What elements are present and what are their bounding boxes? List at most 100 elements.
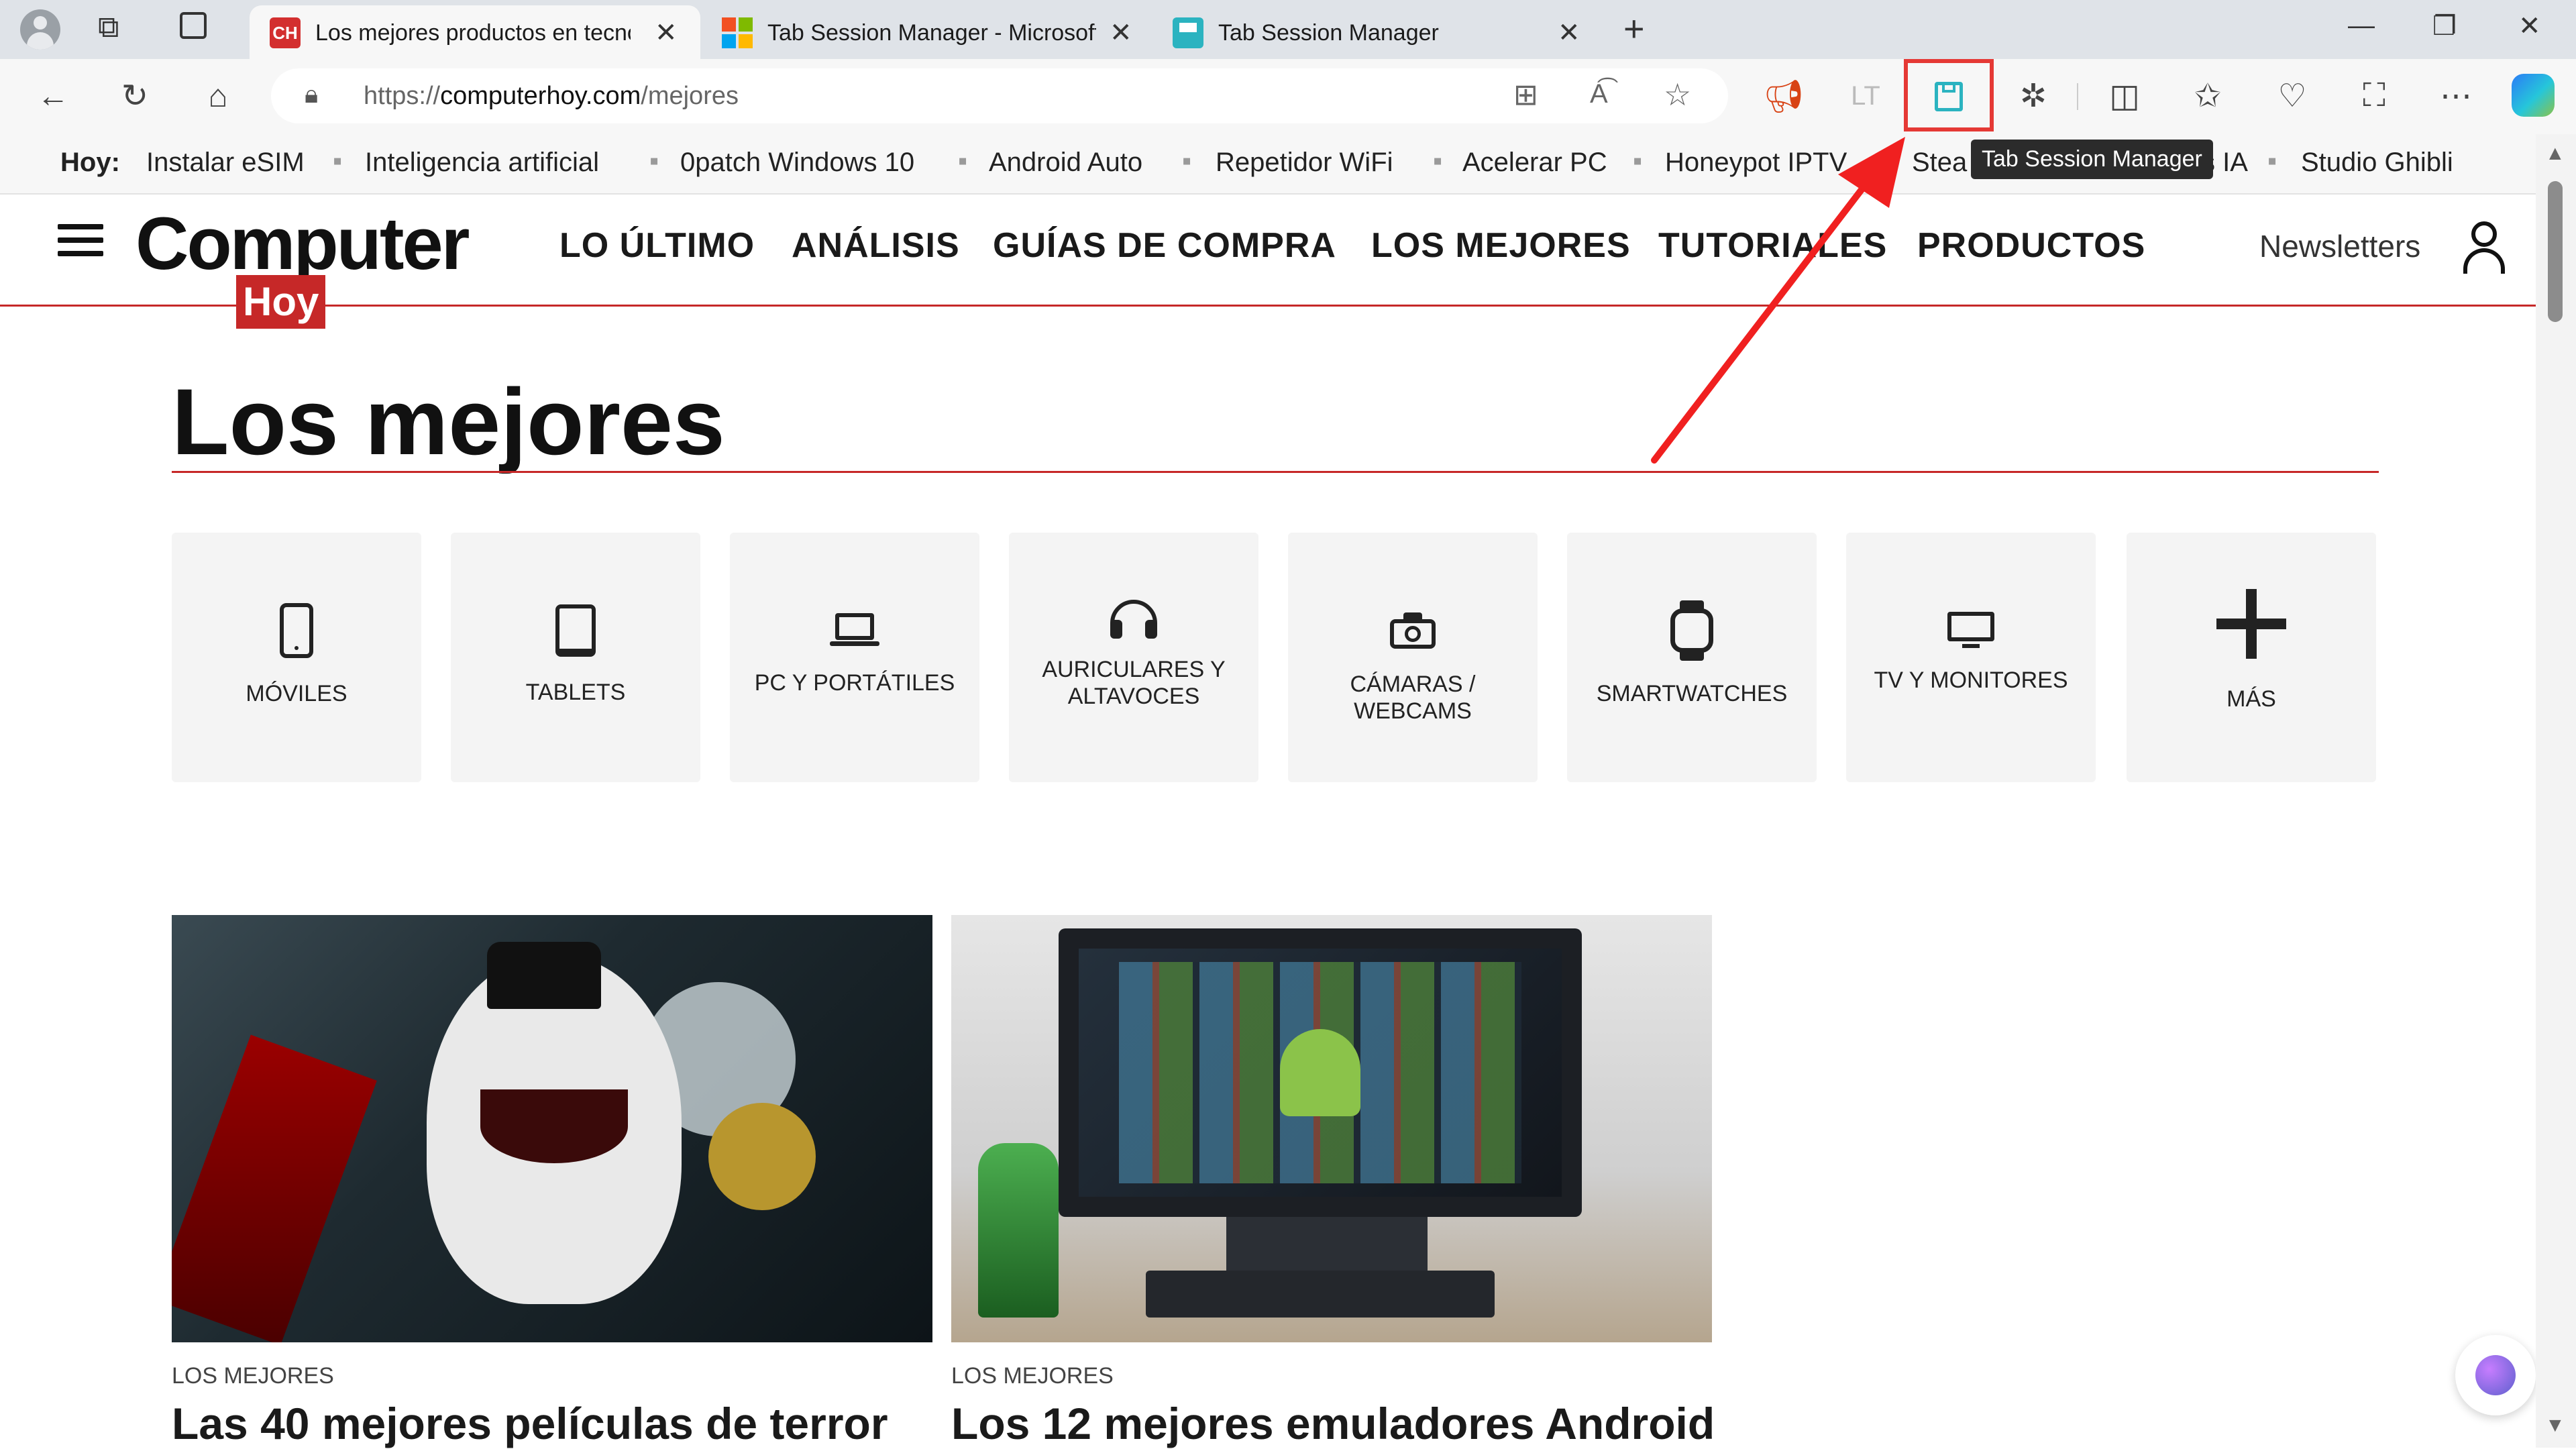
translate-extension-icon[interactable]: LT (1842, 72, 1889, 119)
category-label: CÁMARAS / WEBCAMS (1350, 672, 1476, 724)
bookmark-item[interactable]: Inteligencia artificial (365, 148, 599, 178)
bookmark-separator: ▪ (1182, 146, 1192, 176)
workspaces-icon[interactable]: ⧉ (98, 11, 119, 44)
category-tablets[interactable]: TABLETS (451, 533, 700, 782)
title-underline (172, 471, 2379, 473)
url-text[interactable]: https://computerhoy.com/mejores (364, 82, 739, 111)
bookmark-item[interactable]: 0patch Windows 10 (680, 148, 914, 178)
minimize-icon[interactable]: — (2348, 11, 2375, 41)
logo-sub: Hoy (236, 275, 326, 329)
tab-close-icon[interactable]: ✕ (655, 17, 678, 48)
megaphone-extension-icon[interactable]: 📢︎ (1760, 72, 1807, 119)
tab-session-manager-tooltip: Tab Session Manager (1971, 140, 2213, 179)
ms-store-icon (722, 17, 753, 48)
article-image-horror[interactable] (172, 915, 932, 1342)
lock-icon[interactable]: 🔒︎ (305, 80, 318, 109)
tab-session-manager-button[interactable] (1904, 59, 1994, 131)
tab-close-icon[interactable]: ✕ (1110, 17, 1132, 48)
nav-guias-de-compra[interactable]: GUÍAS DE COMPRA (993, 225, 1336, 266)
favorites-icon[interactable]: ✩ (2184, 72, 2231, 119)
profile-icon[interactable] (20, 9, 60, 50)
laptop-icon (730, 597, 979, 664)
phone-icon (172, 597, 421, 664)
bookmark-item[interactable]: Repetidor WiFi (1216, 148, 1393, 178)
toolbar-divider (2077, 83, 2078, 110)
camera-icon (1288, 597, 1538, 664)
category-camaras-webcams[interactable]: CÁMARAS / WEBCAMS (1288, 533, 1538, 782)
tsm-icon (1173, 17, 1203, 48)
newsletters-link[interactable]: Newsletters (2259, 228, 2420, 264)
ai-assistant-button[interactable] (2455, 1335, 2536, 1415)
category-tv-monitores[interactable]: TV Y MONITORES (1846, 533, 2096, 782)
read-aloud-icon[interactable]: A͡ (1590, 79, 1608, 109)
category-label: MÓVILES (246, 681, 347, 706)
reload-icon[interactable]: ↻ (111, 72, 158, 119)
bookmark-separator: ▪ (958, 146, 968, 176)
vertical-tabs-icon[interactable] (180, 12, 207, 39)
bookmark-item[interactable]: Acelerar PC (1462, 148, 1607, 178)
nav-productos[interactable]: PRODUCTOS (1917, 225, 2145, 266)
computerhoy-favicon-icon: CH (270, 17, 301, 48)
bookmark-item[interactable]: Instalar eSIM (146, 148, 305, 178)
back-icon[interactable]: ← (30, 72, 76, 119)
category-label: MÁS (2226, 686, 2276, 712)
scroll-down-icon[interactable]: ▼ (2545, 1414, 2565, 1437)
new-tab-icon[interactable]: + (1623, 8, 1645, 50)
article-kicker[interactable]: LOS MEJORES (172, 1363, 334, 1389)
bookmark-separator: ▪ (2267, 146, 2277, 176)
user-account-icon[interactable] (2461, 221, 2508, 275)
category-moviles[interactable]: MÓVILES (172, 533, 421, 782)
home-icon[interactable]: ⌂ (195, 72, 241, 119)
nav-analisis[interactable]: ANÁLISIS (792, 225, 960, 266)
hamburger-menu-icon[interactable] (58, 224, 103, 256)
window-close-icon[interactable]: ✕ (2518, 11, 2541, 42)
save-icon (1935, 82, 1963, 111)
scroll-up-icon[interactable]: ▲ (2545, 142, 2565, 165)
headphones-icon (1009, 586, 1258, 653)
bookmark-item[interactable]: Studio Ghibli (2301, 148, 2453, 178)
url-path: /mejores (641, 82, 739, 110)
extensions-icon[interactable]: ✲ (2010, 72, 2057, 119)
bookmark-item[interactable]: Android Auto (989, 148, 1142, 178)
category-label: PC Y PORTÁTILES (754, 670, 955, 696)
nav-los-mejores[interactable]: LOS MEJORES (1371, 225, 1631, 266)
browser-essentials-icon[interactable]: ♡ (2269, 72, 2316, 119)
article-kicker[interactable]: LOS MEJORES (951, 1363, 1114, 1389)
nav-lo-ultimo[interactable]: LO ÚLTIMO (559, 225, 755, 266)
category-smartwatches[interactable]: SMARTWATCHES (1567, 533, 1817, 782)
category-pc-portatiles[interactable]: PC Y PORTÁTILES (730, 533, 979, 782)
category-label: SMARTWATCHES (1596, 681, 1788, 706)
brain-icon (2475, 1355, 2516, 1395)
url-domain: computerhoy.com (440, 82, 641, 110)
more-menu-icon[interactable]: ⋯ (2432, 72, 2479, 119)
monitor-icon (1846, 597, 2096, 664)
screenshot-icon[interactable]: ⛶ (2351, 72, 2398, 119)
bookmark-separator: ▪ (1433, 146, 1443, 176)
bookmark-separator: ▪ (649, 146, 659, 176)
tab-close-icon[interactable]: ✕ (1558, 17, 1580, 48)
page-title: Los mejores (172, 369, 725, 474)
favorite-star-icon[interactable]: ☆ (1664, 76, 1691, 113)
category-auriculares-altavoces[interactable]: AURICULARES Y ALTAVOCES (1009, 533, 1258, 782)
site-logo[interactable]: Computer Hoy (136, 201, 484, 329)
tab-title: Los mejores productos en tecnol (315, 20, 631, 46)
category-label: TV Y MONITORES (1874, 667, 2068, 693)
article-title[interactable]: Los 12 mejores emuladores Android (951, 1398, 1715, 1449)
article-title[interactable]: Las 40 mejores películas de terror (172, 1398, 888, 1449)
app-available-icon[interactable]: ⊞ (1513, 78, 1538, 112)
page-scrollbar[interactable]: ▲ ▼ (2536, 134, 2576, 1448)
watch-icon (1567, 597, 1817, 664)
scrollbar-thumb[interactable] (2548, 181, 2563, 322)
tab-title: Tab Session Manager - Microsoft (767, 20, 1096, 46)
tab-title: Tab Session Manager (1218, 20, 1439, 46)
split-screen-icon[interactable]: ◫ (2101, 72, 2148, 119)
copilot-icon[interactable] (2512, 74, 2555, 117)
tab-computerhoy[interactable]: CH Los mejores productos en tecnol ✕ (250, 5, 700, 59)
url-prefix: https:// (364, 82, 441, 110)
category-mas[interactable]: MÁS (2127, 533, 2376, 782)
tab-tsm[interactable]: Tab Session Manager ✕ (1152, 5, 1603, 59)
address-bar[interactable]: 🔒︎ https://computerhoy.com/mejores ⊞ A͡ … (271, 68, 1728, 123)
tab-tsm-store[interactable]: Tab Session Manager - Microsoft ✕ (702, 5, 1152, 59)
restore-icon[interactable]: ❐ (2432, 11, 2457, 42)
article-image-emulators[interactable] (951, 915, 1712, 1342)
